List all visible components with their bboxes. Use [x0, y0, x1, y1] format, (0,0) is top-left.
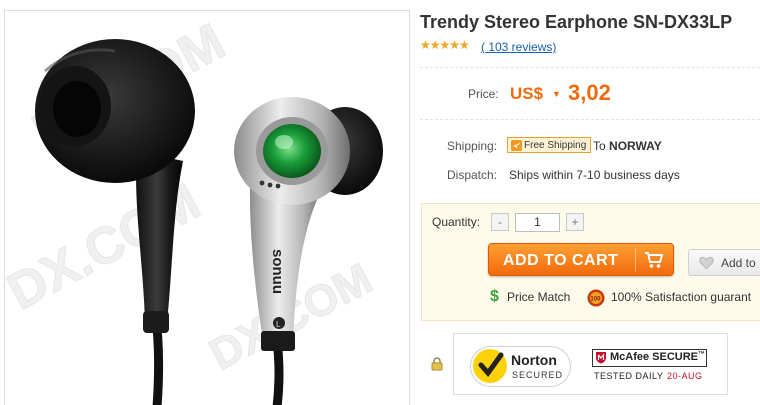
stars-filled-icon: ★★★★★	[420, 38, 470, 52]
mcafee-trademark: ™	[698, 351, 706, 358]
satisfaction-guarantee-link[interactable]: 100% Satisfaction guarant	[611, 290, 751, 304]
add-to-wishlist-button[interactable]: Add to	[688, 249, 760, 276]
free-shipping-text: Free Shipping	[524, 139, 587, 151]
divider	[420, 119, 760, 120]
svg-text:L: L	[276, 320, 281, 329]
product-title: Trendy Stereo Earphone SN-DX33LP	[420, 12, 733, 32]
reviews-link[interactable]: ( 103 reviews)	[481, 40, 556, 54]
chevron-down-icon[interactable]: ▼	[552, 89, 561, 99]
shipping-label: Shipping:	[447, 139, 498, 153]
cart-icon	[645, 252, 664, 268]
dispatch-label: Dispatch:	[447, 168, 498, 182]
wishlist-label: Add to	[721, 256, 756, 270]
ship-to-prefix: To	[593, 139, 606, 153]
stem-brand-text: sonuu	[269, 249, 286, 294]
add-to-cart-label: ADD TO CART	[503, 252, 619, 269]
button-separator	[635, 248, 636, 272]
heart-icon	[699, 256, 714, 270]
price-label: Price:	[468, 87, 499, 101]
dollar-icon: $	[490, 288, 499, 305]
quantity-input[interactable]: 1	[515, 213, 560, 232]
mcafee-title-text: McAfee SECURE	[610, 351, 699, 363]
lock-icon	[431, 357, 443, 371]
add-to-cart-button[interactable]: ADD TO CART	[488, 243, 674, 276]
rating-row: ★★★★★ ★★★★★ ( 103 reviews)	[420, 38, 556, 54]
product-image[interactable]: DX.COM DX.COM DX.COM sonuu L	[4, 10, 410, 405]
mcafee-date: 20-AUG	[667, 371, 703, 381]
price-match-link[interactable]: Price Match	[507, 290, 570, 304]
mcafee-shield-icon	[596, 352, 606, 364]
quantity-increase-button[interactable]: +	[566, 213, 584, 231]
mcafee-tested-daily: TESTED DAILY	[594, 371, 664, 381]
norton-subtitle: SECURED	[512, 370, 564, 380]
mcafee-title: McAfee SECURE™	[610, 351, 705, 363]
quantity-label: Quantity:	[432, 215, 481, 229]
divider	[420, 67, 760, 68]
svg-text:100: 100	[590, 297, 601, 303]
free-shipping-badge: Free Shipping	[507, 137, 592, 153]
svg-text:DX.COM: DX.COM	[5, 173, 209, 322]
dispatch-value: Ships within 7-10 business days	[509, 168, 680, 182]
price-value: 3,02	[568, 80, 611, 105]
norton-title: Norton	[511, 352, 557, 368]
star-rating: ★★★★★ ★★★★★	[420, 38, 475, 53]
plane-icon	[511, 139, 522, 151]
earphones-photo: DX.COM DX.COM DX.COM sonuu L	[5, 12, 383, 405]
country-name: NORWAY	[609, 139, 662, 153]
quantity-decrease-button[interactable]: -	[491, 213, 509, 231]
ship-to-country[interactable]: To NORWAY	[593, 139, 662, 153]
currency-selector[interactable]: US$	[510, 84, 543, 104]
seal-icon: 100	[587, 289, 605, 307]
